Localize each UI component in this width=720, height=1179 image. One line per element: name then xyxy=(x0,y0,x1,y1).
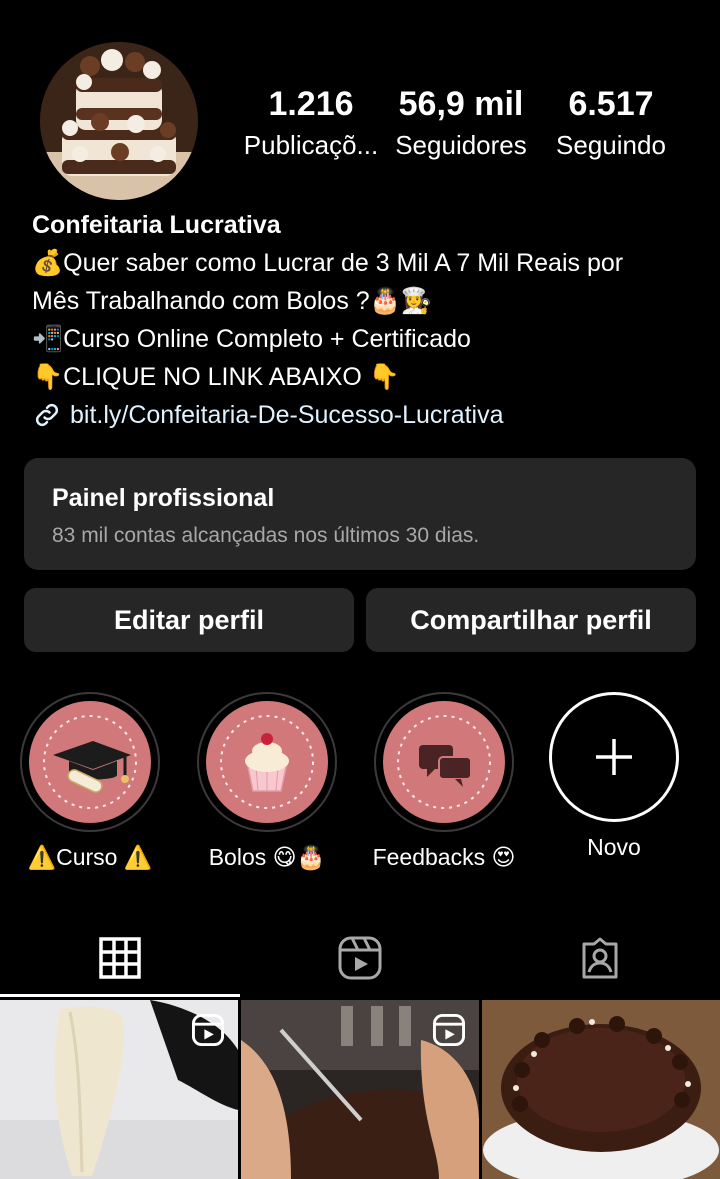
share-profile-button[interactable]: Compartilhar perfil xyxy=(366,588,696,652)
highlight-label: Bolos 😋🎂 xyxy=(208,844,326,870)
profile-avatar[interactable] xyxy=(40,42,198,200)
reel-badge-icon xyxy=(192,1014,224,1046)
highlight-ring xyxy=(20,692,160,832)
highlight-cover xyxy=(29,701,151,823)
highlight-label: Feedbacks 😍 xyxy=(372,844,516,870)
bio-link[interactable]: bit.ly/Confeitaria-De-Sucesso-Lucrativa xyxy=(32,396,712,434)
highlight-bolos[interactable]: Bolos 😋🎂 xyxy=(192,692,342,871)
bio-link-text: bit.ly/Confeitaria-De-Sucesso-Lucrativa xyxy=(70,401,504,429)
bio-line-3: 📲Curso Online Completo + Certificado xyxy=(32,325,471,353)
grid-icon xyxy=(99,937,141,979)
cupcake-icon xyxy=(220,715,314,809)
bio-line-4: 👇CLIQUE NO LINK ABAIXO 👇 xyxy=(32,363,400,391)
professional-dashboard[interactable]: Painel profissional 83 mil contas alcanç… xyxy=(24,458,696,570)
highlight-label: ⚠️Curso ⚠️ xyxy=(27,844,153,870)
highlight-curso[interactable]: ⚠️Curso ⚠️ xyxy=(15,692,165,871)
new-highlight-ring xyxy=(549,692,679,822)
profile-tabs xyxy=(0,918,720,998)
highlight-ring xyxy=(374,692,514,832)
posts-grid xyxy=(0,1000,720,1179)
tab-posts[interactable] xyxy=(0,918,240,998)
tagged-icon xyxy=(582,937,618,979)
panel-title: Painel profissional xyxy=(52,484,275,512)
highlight-new[interactable]: Novo xyxy=(539,692,689,861)
stat-posts[interactable]: 1.216 Publicaçõ... xyxy=(236,84,386,162)
chat-bubbles-icon xyxy=(397,715,491,809)
tab-reels[interactable] xyxy=(240,918,480,998)
post-thumbnail[interactable] xyxy=(0,1000,238,1179)
chocolate-cake-image xyxy=(482,1000,720,1179)
cake-avatar-image xyxy=(40,42,198,200)
highlight-ring xyxy=(197,692,337,832)
tab-tagged[interactable] xyxy=(480,918,720,998)
bio-line-1: 💰Quer saber como Lucrar de 3 Mil A 7 Mil… xyxy=(32,249,624,277)
stat-posts-label: Publicaçõ... xyxy=(243,130,379,160)
stat-followers-value: 56,9 mil xyxy=(398,85,524,123)
panel-subtitle: 83 mil contas alcançadas nos últimos 30 … xyxy=(52,524,480,547)
post-thumbnail[interactable] xyxy=(241,1000,479,1179)
stat-posts-value: 1.216 xyxy=(268,85,354,123)
link-icon xyxy=(35,403,59,427)
highlight-label: Novo xyxy=(587,834,641,860)
graduation-cap-icon xyxy=(43,715,137,809)
stat-following-label: Seguindo xyxy=(556,130,666,160)
profile-stats: 1.216 Publicaçõ... 56,9 mil Seguidores 6… xyxy=(236,84,686,162)
edit-profile-button[interactable]: Editar perfil xyxy=(24,588,354,652)
active-tab-indicator xyxy=(0,994,240,997)
stat-following[interactable]: 6.517 Seguindo xyxy=(536,84,686,162)
reel-badge-icon xyxy=(433,1014,465,1046)
highlight-cover xyxy=(206,701,328,823)
highlight-cover xyxy=(383,701,505,823)
plus-icon xyxy=(596,739,632,775)
profile-name: Confeitaria Lucrativa xyxy=(32,211,281,239)
stat-following-value: 6.517 xyxy=(568,85,654,123)
profile-bio: Confeitaria Lucrativa 💰Quer saber como L… xyxy=(32,206,712,434)
bio-line-2: Mês Trabalhando com Bolos ?🎂👩‍🍳 xyxy=(32,287,432,315)
stat-followers-label: Seguidores xyxy=(395,130,527,160)
reels-icon xyxy=(338,936,382,980)
stat-followers[interactable]: 56,9 mil Seguidores xyxy=(386,84,536,162)
post-thumbnail[interactable] xyxy=(482,1000,720,1179)
highlight-feedbacks[interactable]: Feedbacks 😍 xyxy=(369,692,519,871)
